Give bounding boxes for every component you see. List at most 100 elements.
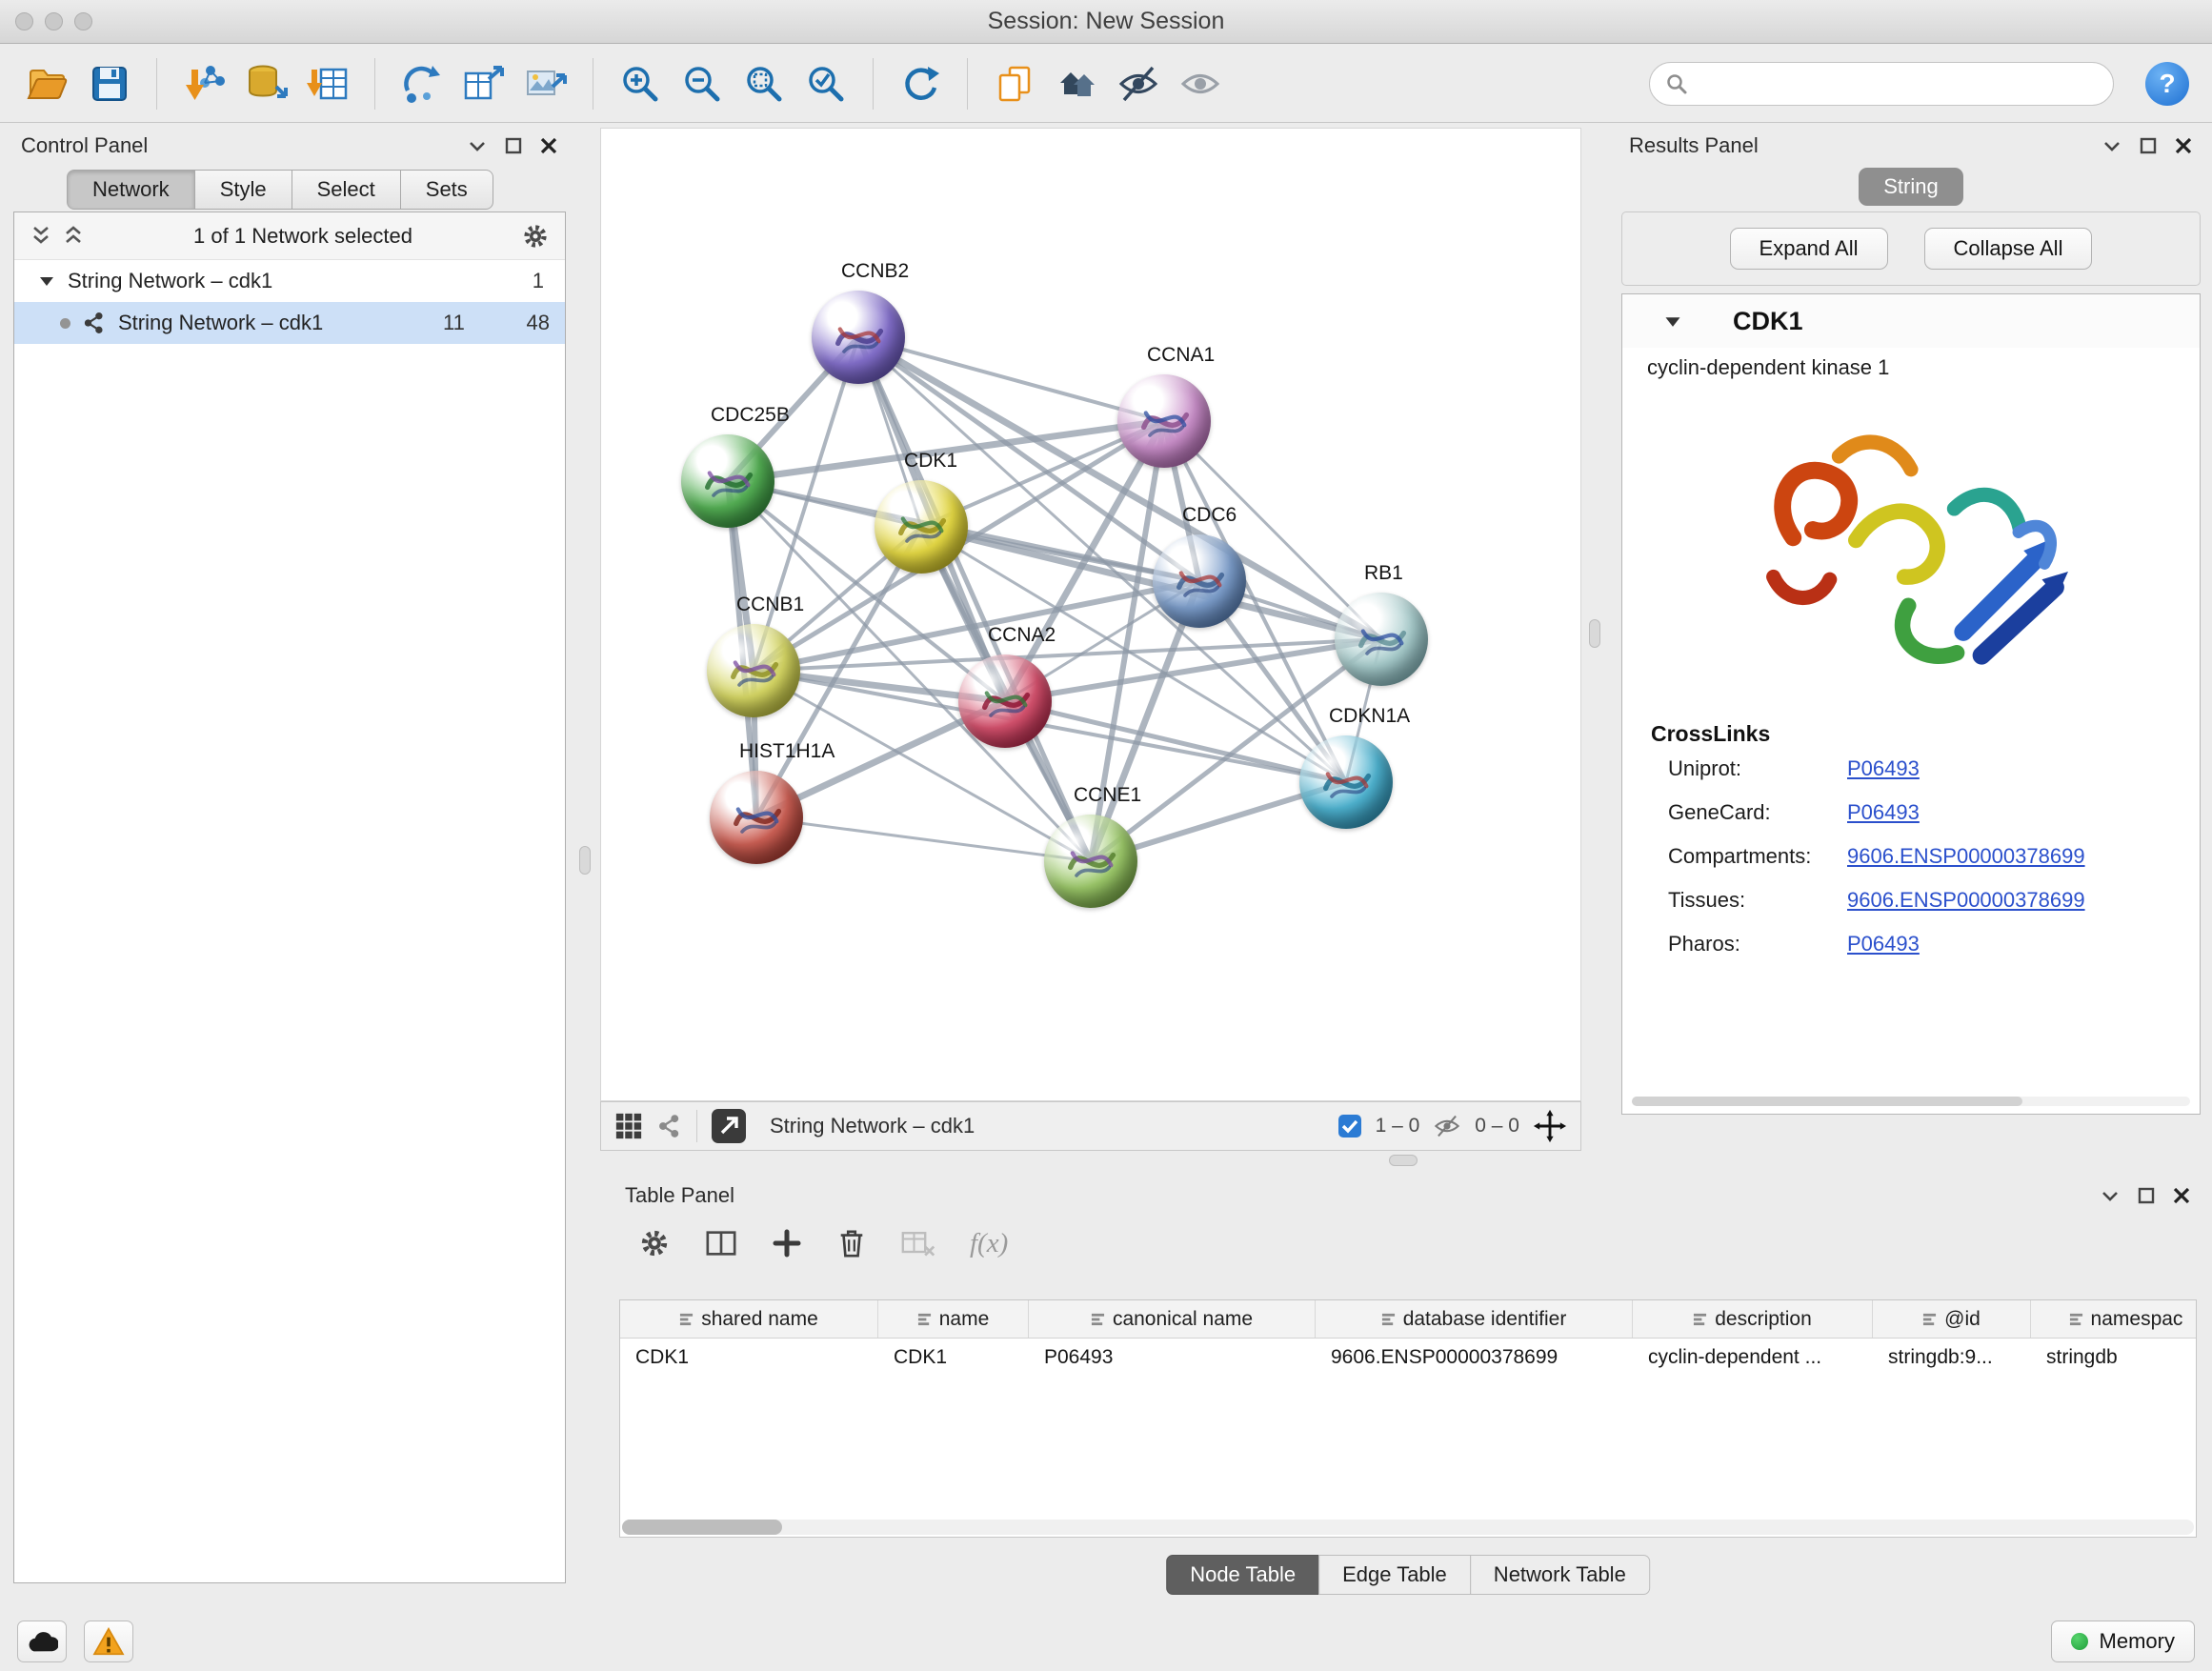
- table-row[interactable]: CDK1CDK1P064939606.ENSP00000378699cyclin…: [620, 1339, 2196, 1377]
- splitter-handle[interactable]: [1589, 619, 1600, 648]
- protein-thumbnail: [1169, 551, 1230, 612]
- tab-style[interactable]: Style: [194, 170, 292, 210]
- search-input[interactable]: [1698, 71, 2098, 96]
- export-view-icon[interactable]: [711, 1108, 747, 1144]
- node-label: HIST1H1A: [739, 740, 835, 763]
- home-view-icon[interactable]: [1052, 57, 1101, 111]
- crosslink-link[interactable]: P06493: [1847, 800, 1920, 825]
- pan-tool-icon[interactable]: [1533, 1109, 1567, 1143]
- close-panel-icon[interactable]: [539, 136, 558, 155]
- tab-select[interactable]: Select: [292, 170, 401, 210]
- apply-layout-icon[interactable]: [895, 57, 945, 111]
- collapse-panel-icon[interactable]: [2100, 1185, 2121, 1206]
- function-builder-icon[interactable]: f(x): [970, 1228, 1008, 1259]
- network-canvas[interactable]: CCNB2CCNA1CDC25BCDK1CDC6RB1CCNB1CCNA2CDK…: [600, 128, 1581, 1101]
- table-scrollbar[interactable]: [622, 1520, 2194, 1535]
- results-panel-title: Results Panel: [1629, 133, 1759, 158]
- add-column-icon[interactable]: [772, 1228, 802, 1258]
- crosslink-link[interactable]: P06493: [1847, 932, 1920, 956]
- zoom-fit-icon[interactable]: [739, 57, 789, 111]
- detach-view-icon[interactable]: [656, 1113, 683, 1139]
- table-settings-gear-icon[interactable]: [638, 1227, 671, 1259]
- hide-selected-icon[interactable]: [1114, 57, 1163, 111]
- crosslink-link[interactable]: 9606.ENSP00000378699: [1847, 844, 2085, 869]
- column-header-database-identifier[interactable]: database identifier: [1316, 1300, 1633, 1338]
- help-icon[interactable]: ?: [2145, 62, 2189, 106]
- import-network-database-icon[interactable]: [241, 57, 291, 111]
- node-label: CDK1: [904, 450, 957, 473]
- tab-network-table[interactable]: Network Table: [1470, 1555, 1650, 1595]
- network-node-cdkn1a[interactable]: [1299, 735, 1393, 829]
- splitter-handle[interactable]: [579, 846, 591, 875]
- collapse-panel-icon[interactable]: [2101, 135, 2122, 156]
- column-header-canonical-name[interactable]: canonical name: [1029, 1300, 1316, 1338]
- collapse-all-button[interactable]: Collapse All: [1924, 228, 2093, 270]
- crosslink-link[interactable]: 9606.ENSP00000378699: [1847, 888, 2085, 913]
- network-node-cdc25b[interactable]: [681, 434, 774, 528]
- tab-node-table[interactable]: Node Table: [1166, 1555, 1319, 1595]
- column-header-description[interactable]: description: [1633, 1300, 1873, 1338]
- splitter-handle[interactable]: [1389, 1155, 1418, 1166]
- column-header-shared-name[interactable]: shared name: [620, 1300, 878, 1338]
- zoom-selected-icon[interactable]: [801, 57, 851, 111]
- clone-network-icon[interactable]: [990, 57, 1039, 111]
- network-edge[interactable]: [858, 337, 1091, 861]
- network-edge[interactable]: [756, 817, 1091, 861]
- save-session-icon[interactable]: [85, 57, 134, 111]
- search-box[interactable]: [1649, 62, 2114, 106]
- expander-icon[interactable]: [39, 274, 54, 288]
- zoom-out-icon[interactable]: [677, 57, 727, 111]
- import-table-icon[interactable]: [303, 57, 352, 111]
- network-node-cdk1[interactable]: [875, 480, 968, 574]
- gene-expander-icon[interactable]: [1664, 314, 1681, 329]
- show-all-icon[interactable]: [1176, 57, 1225, 111]
- network-row-selected[interactable]: String Network – cdk1 11 48: [14, 302, 565, 344]
- network-node-ccnb1[interactable]: [707, 624, 800, 717]
- export-table-icon[interactable]: [459, 57, 509, 111]
- zoom-in-icon[interactable]: [615, 57, 665, 111]
- collapse-all-icon[interactable]: [30, 224, 52, 249]
- float-panel-icon[interactable]: [505, 137, 522, 154]
- protein-thumbnail: [723, 640, 784, 701]
- network-node-hist1h1a[interactable]: [710, 771, 803, 864]
- export-image-icon[interactable]: [521, 57, 571, 111]
- import-network-file-icon[interactable]: [179, 57, 229, 111]
- column-header-id[interactable]: @id: [1873, 1300, 2031, 1338]
- results-scrollbar[interactable]: [1632, 1097, 2190, 1106]
- expand-all-button[interactable]: Expand All: [1730, 228, 1888, 270]
- collapse-panel-icon[interactable]: [467, 135, 488, 156]
- float-panel-icon[interactable]: [2138, 1187, 2155, 1204]
- network-options-gear-icon[interactable]: [521, 222, 550, 251]
- close-panel-icon[interactable]: [2172, 1186, 2191, 1205]
- grid-mode-icon[interactable]: [614, 1112, 643, 1140]
- crosslink-link[interactable]: P06493: [1847, 756, 1920, 781]
- tab-sets[interactable]: Sets: [400, 170, 493, 210]
- tab-edge-table[interactable]: Edge Table: [1318, 1555, 1471, 1595]
- tab-network[interactable]: Network: [67, 170, 195, 210]
- close-panel-icon[interactable]: [2174, 136, 2193, 155]
- column-header-name[interactable]: name: [878, 1300, 1029, 1338]
- delete-column-icon[interactable]: [836, 1227, 867, 1259]
- show-columns-icon[interactable]: [705, 1227, 737, 1259]
- network-node-cdc6[interactable]: [1153, 534, 1246, 628]
- memory-button[interactable]: Memory: [2051, 1621, 2195, 1662]
- crosslinks-list: Uniprot:P06493GeneCard:P06493Compartment…: [1622, 747, 2200, 966]
- open-session-icon[interactable]: [23, 57, 72, 111]
- cloud-status-button[interactable]: [17, 1621, 67, 1662]
- network-node-ccna2[interactable]: [958, 654, 1052, 748]
- network-collection-row[interactable]: String Network – cdk1 1: [14, 260, 565, 302]
- network-node-ccna1[interactable]: [1117, 374, 1211, 468]
- crosslink-label: GeneCard:: [1668, 800, 1847, 825]
- column-header-namespac[interactable]: namespac: [2031, 1300, 2197, 1338]
- selected-checkbox-icon[interactable]: [1337, 1114, 1362, 1138]
- warnings-button[interactable]: [84, 1621, 133, 1662]
- new-network-icon[interactable]: [397, 57, 447, 111]
- expand-all-icon[interactable]: [62, 224, 85, 249]
- network-node-ccnb2[interactable]: [812, 291, 905, 384]
- network-node-rb1[interactable]: [1335, 593, 1428, 686]
- network-node-ccne1[interactable]: [1044, 815, 1137, 908]
- table-header-row: shared namenamecanonical namedatabase id…: [620, 1300, 2196, 1339]
- float-panel-icon[interactable]: [2140, 137, 2157, 154]
- tab-string[interactable]: String: [1859, 168, 1962, 206]
- hidden-eye-icon[interactable]: [1433, 1114, 1461, 1138]
